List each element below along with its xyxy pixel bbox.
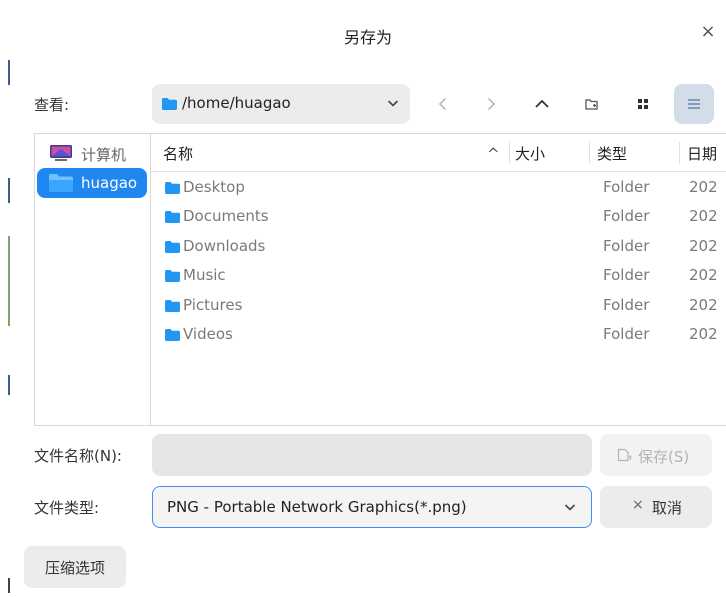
- compress-options-button[interactable]: 压缩选项: [24, 546, 126, 588]
- cancel-label: 取消: [652, 499, 683, 517]
- file-name: Documents: [183, 207, 269, 225]
- sidebar-item-label: huagao: [81, 174, 138, 192]
- file-name: Music: [183, 266, 226, 284]
- column-divider: [679, 142, 680, 164]
- folder-icon: [165, 300, 180, 312]
- column-divider: [589, 142, 590, 164]
- save-icon: [617, 448, 632, 462]
- file-row[interactable]: Downloads Folder 202: [151, 232, 726, 262]
- file-name: Videos: [183, 325, 233, 343]
- file-type: Folder: [603, 266, 650, 284]
- file-date: 202: [689, 325, 718, 343]
- file-row[interactable]: Videos Folder 202: [151, 320, 726, 350]
- computer-icon: [50, 145, 72, 161]
- file-date: 202: [689, 296, 718, 314]
- file-type: Folder: [603, 207, 650, 225]
- grid-view-icon: [638, 99, 648, 109]
- filename-input[interactable]: [152, 434, 592, 476]
- file-type: Folder: [603, 178, 650, 196]
- places-sidebar: 计算机 huagao: [34, 133, 150, 426]
- file-name: Pictures: [183, 296, 243, 314]
- forward-icon: [487, 97, 496, 111]
- path-text: /home/huagao: [182, 94, 291, 112]
- dialog-title: 另存为: [343, 28, 392, 47]
- sidebar-item-huagao[interactable]: huagao: [37, 168, 147, 198]
- parent-directory-icon: [535, 99, 549, 108]
- file-row[interactable]: Desktop Folder 202: [151, 173, 726, 203]
- file-name: Desktop: [183, 178, 245, 196]
- file-row[interactable]: Pictures Folder 202: [151, 291, 726, 321]
- file-date: 202: [689, 178, 718, 196]
- column-type[interactable]: 类型: [597, 143, 627, 164]
- chevron-down-icon: [564, 504, 576, 511]
- folder-icon: [165, 241, 180, 253]
- file-date: 202: [689, 237, 718, 255]
- title-bar: 另存为 ×: [10, 0, 726, 68]
- close-icon: ×: [700, 21, 716, 42]
- column-divider: [509, 142, 510, 164]
- column-header: 名称 ^ 大小 类型 日期: [151, 134, 726, 172]
- back-icon: [438, 97, 447, 111]
- file-type: Folder: [603, 296, 650, 314]
- compress-options-label: 压缩选项: [44, 559, 105, 577]
- list-view-icon: [688, 99, 700, 109]
- cancel-button[interactable]: × 取消: [600, 486, 712, 528]
- filetype-combobox[interactable]: PNG - Portable Network Graphics(*.png): [152, 486, 592, 528]
- folder-icon: [165, 270, 180, 282]
- new-folder-icon: [585, 99, 598, 110]
- column-date[interactable]: 日期: [687, 143, 717, 164]
- look-in-label: 查看:: [34, 96, 70, 114]
- folder-icon: [165, 182, 180, 194]
- file-type: Folder: [603, 325, 650, 343]
- back-button[interactable]: [426, 87, 460, 121]
- column-size[interactable]: 大小: [515, 143, 545, 164]
- folder-icon: [162, 98, 177, 110]
- list-view-button[interactable]: [674, 84, 714, 124]
- path-combobox[interactable]: /home/huagao: [152, 84, 410, 124]
- background-window-edge: [8, 178, 10, 203]
- new-folder-button[interactable]: [575, 87, 609, 121]
- file-list: 名称 ^ 大小 类型 日期 Desktop Folder 202 Documen…: [150, 133, 726, 426]
- file-date: 202: [689, 266, 718, 284]
- sidebar-item-computer[interactable]: 计算机: [37, 138, 147, 168]
- file-name: Downloads: [183, 237, 266, 255]
- folder-icon: [165, 329, 180, 341]
- parent-directory-button[interactable]: [525, 87, 559, 121]
- sidebar-item-label: 计算机: [81, 146, 127, 164]
- close-button[interactable]: ×: [698, 22, 718, 42]
- filetype-label: 文件类型:: [34, 499, 100, 517]
- forward-button[interactable]: [474, 87, 508, 121]
- save-label: 保存(S): [638, 448, 690, 466]
- column-name[interactable]: 名称: [163, 143, 193, 164]
- file-row[interactable]: Documents Folder 202: [151, 202, 726, 232]
- file-type: Folder: [603, 237, 650, 255]
- background-window-edge: [8, 236, 10, 326]
- folder-icon: [165, 211, 180, 223]
- grid-view-button[interactable]: [626, 87, 660, 121]
- background-window-edge: [8, 375, 10, 395]
- chevron-down-icon: [387, 100, 399, 107]
- file-row[interactable]: Music Folder 202: [151, 261, 726, 291]
- save-button[interactable]: 保存(S): [600, 434, 712, 476]
- filetype-selected: PNG - Portable Network Graphics(*.png): [167, 498, 467, 516]
- filename-label: 文件名称(N):: [34, 447, 122, 465]
- file-date: 202: [689, 207, 718, 225]
- close-icon: ×: [632, 497, 644, 513]
- home-folder-icon: [49, 174, 73, 192]
- sort-ascending-icon: ^: [487, 145, 500, 163]
- background-window-edge: [8, 578, 10, 593]
